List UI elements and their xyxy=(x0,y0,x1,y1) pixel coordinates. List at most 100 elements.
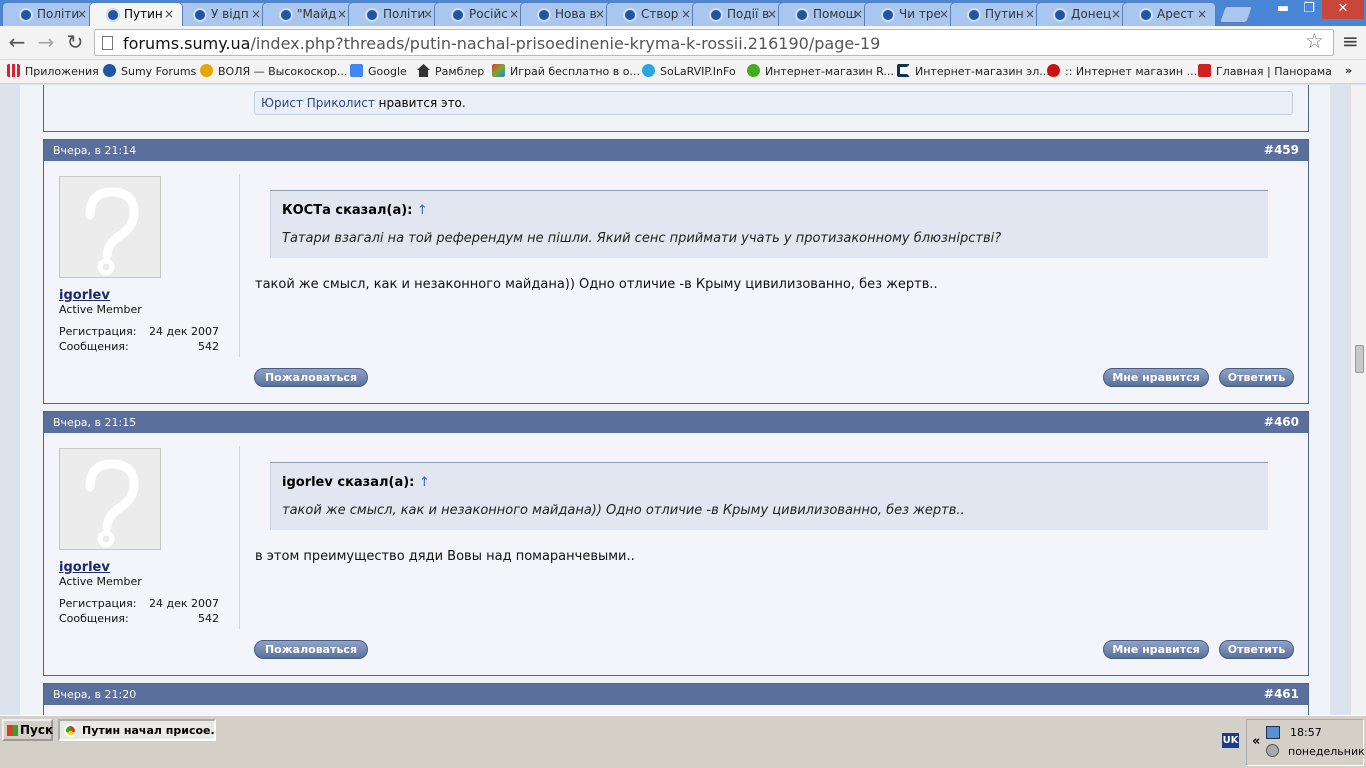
tab-10[interactable]: Чи тре × xyxy=(864,2,958,26)
tab-12[interactable]: Донец × xyxy=(1036,2,1130,26)
report-button[interactable]: Пожаловаться xyxy=(254,640,368,659)
close-icon[interactable]: × xyxy=(1025,7,1035,21)
close-icon[interactable]: × xyxy=(509,7,519,21)
close-icon[interactable]: × xyxy=(1197,7,1207,21)
sumy-forums-icon xyxy=(103,64,116,77)
tab-label: У відп xyxy=(211,7,249,21)
minimize-button[interactable]: ▬ xyxy=(1270,0,1296,19)
tab-11[interactable]: Путин × xyxy=(950,2,1044,26)
taskbar-window-label: Путин начал присое... xyxy=(82,724,216,737)
report-button[interactable]: Пожаловаться xyxy=(254,368,368,387)
volume-icon[interactable] xyxy=(1266,744,1279,757)
back-button[interactable]: ← xyxy=(4,29,30,55)
bookmarks-more-button[interactable]: » xyxy=(1345,64,1352,77)
post-number-link[interactable]: #460 xyxy=(1264,415,1299,429)
bookmark-shop-red[interactable]: :: Интернет магазин ... xyxy=(1047,64,1197,78)
close-icon[interactable]: × xyxy=(939,7,949,21)
bookmark-label: SoLaRVIP.InFo xyxy=(660,65,736,78)
username-link[interactable]: igorlev xyxy=(59,288,110,303)
bookmark-label: ВОЛЯ — Высокоскор... xyxy=(218,65,348,78)
tab-strip: Політи × Путин × У відп × "Майд × Політи × Ро… xyxy=(0,0,1366,26)
chrome-menu-icon[interactable]: ≡ xyxy=(1342,29,1359,53)
bookmark-star-icon[interactable]: ☆ xyxy=(1305,29,1324,53)
like-button[interactable]: Мне нравится xyxy=(1103,640,1209,659)
reply-button[interactable]: Ответить xyxy=(1219,640,1294,659)
maximize-button[interactable]: ❐ xyxy=(1296,0,1322,19)
network-icon[interactable] xyxy=(1266,726,1280,739)
reply-button[interactable]: Ответить xyxy=(1219,368,1294,387)
bookmark-volia[interactable]: ВОЛЯ — Высокоскор... xyxy=(200,64,347,78)
avatar[interactable] xyxy=(59,176,161,278)
apps-grid-icon xyxy=(7,64,20,77)
close-icon[interactable]: × xyxy=(853,7,863,21)
quote-jump-icon[interactable]: ↑ xyxy=(417,203,428,218)
start-button[interactable]: Пуск xyxy=(2,719,53,741)
tab-9[interactable]: Помош × xyxy=(778,2,872,26)
bookmark-rambler[interactable]: Рамблер xyxy=(417,64,484,78)
username-link[interactable]: igorlev xyxy=(59,560,110,575)
new-tab-button[interactable] xyxy=(1218,6,1254,23)
post-date: Вчера, в 21:15 xyxy=(53,416,137,429)
bookmark-label: Google xyxy=(368,65,407,78)
post-header: Вчера, в 21:20 #461 xyxy=(44,684,1308,705)
messages-value: 542 xyxy=(198,612,219,625)
language-indicator[interactable]: UK xyxy=(1222,733,1239,748)
sumy-forums-icon xyxy=(709,8,723,22)
shop-c-icon xyxy=(897,64,910,77)
sumy-forums-icon xyxy=(451,8,465,22)
close-icon[interactable]: × xyxy=(337,7,347,21)
bookmark-google[interactable]: Google xyxy=(350,64,407,78)
bookmark-shop-r[interactable]: Интернет-магазин R... xyxy=(747,64,894,78)
taskbar-window-chrome[interactable]: Путин начал присое... xyxy=(58,719,216,741)
close-icon[interactable]: × xyxy=(1111,7,1121,21)
url-path: /index.php?threads/putin-nachal-prisoedi… xyxy=(250,34,881,53)
tab-8[interactable]: Події в × xyxy=(692,2,786,26)
sumy-forums-icon xyxy=(537,8,551,22)
tab-13[interactable]: Арест × xyxy=(1122,2,1216,26)
quote-block: КОСТа сказал(а): ↑ Татари взагалі на той… xyxy=(270,190,1268,258)
page-scrollbar[interactable] xyxy=(1350,85,1366,715)
tab-2[interactable]: У відп × xyxy=(176,2,270,26)
tray-expand-button[interactable]: « xyxy=(1252,734,1260,749)
close-icon[interactable]: × xyxy=(767,7,777,21)
avatar[interactable] xyxy=(59,448,161,550)
bookmark-panorama[interactable]: Главная | Панорама xyxy=(1198,64,1332,78)
bookmark-games[interactable]: Играй бесплатно в о... xyxy=(492,64,640,78)
bookmark-apps[interactable]: Приложения xyxy=(7,64,99,78)
like-button[interactable]: Мне нравится xyxy=(1103,368,1209,387)
close-icon[interactable]: × xyxy=(681,7,691,21)
liker-link[interactable]: Юрист Приколист xyxy=(261,96,375,110)
tab-1[interactable]: Путин × xyxy=(89,2,183,26)
post-number-link[interactable]: #459 xyxy=(1264,143,1299,157)
tab-6[interactable]: Нова в × xyxy=(520,2,614,26)
close-window-button[interactable]: ✕ xyxy=(1322,0,1364,19)
forward-button[interactable]: → xyxy=(33,29,59,55)
registration-value: 24 дек 2007 xyxy=(148,325,219,338)
post-number-link[interactable]: #461 xyxy=(1264,687,1299,701)
close-icon[interactable]: × xyxy=(595,7,605,21)
panorama-p-icon xyxy=(1198,64,1211,77)
tab-4[interactable]: Політи × xyxy=(348,2,442,26)
user-rank: Active Member xyxy=(59,575,142,588)
scrollbar-thumb[interactable] xyxy=(1355,345,1364,373)
close-icon[interactable]: × xyxy=(251,7,261,21)
bookmark-sumy-forums[interactable]: Sumy Forums xyxy=(103,64,196,78)
page-viewport: Юрист Приколист нравится это. Вчера, в 2… xyxy=(0,85,1350,723)
tab-7[interactable]: Створ × xyxy=(606,2,700,26)
reload-button[interactable]: ↻ xyxy=(62,29,88,55)
sumy-forums-icon xyxy=(1053,8,1067,22)
tab-0[interactable]: Політи × xyxy=(2,2,96,26)
quote-jump-icon[interactable]: ↑ xyxy=(419,475,430,490)
close-icon[interactable]: × xyxy=(423,7,433,21)
tab-label: Нова в xyxy=(555,7,597,21)
clock-time[interactable]: 18:57 xyxy=(1290,726,1322,739)
close-icon[interactable]: × xyxy=(164,7,174,21)
bookmark-solarvip[interactable]: SoLaRVIP.InFo xyxy=(642,64,736,78)
user-registration: Регистрация: 24 дек 2007 xyxy=(59,325,219,338)
tab-5[interactable]: Російс × xyxy=(434,2,528,26)
tab-3[interactable]: "Майд × xyxy=(262,2,356,26)
tab-label: Створ xyxy=(641,7,679,21)
address-bar[interactable]: forums.sumy.ua/index.php?threads/putin-n… xyxy=(94,29,1334,56)
bookmark-shop-el[interactable]: Интернет-магазин эл... xyxy=(897,64,1050,78)
close-icon[interactable]: × xyxy=(77,7,87,21)
